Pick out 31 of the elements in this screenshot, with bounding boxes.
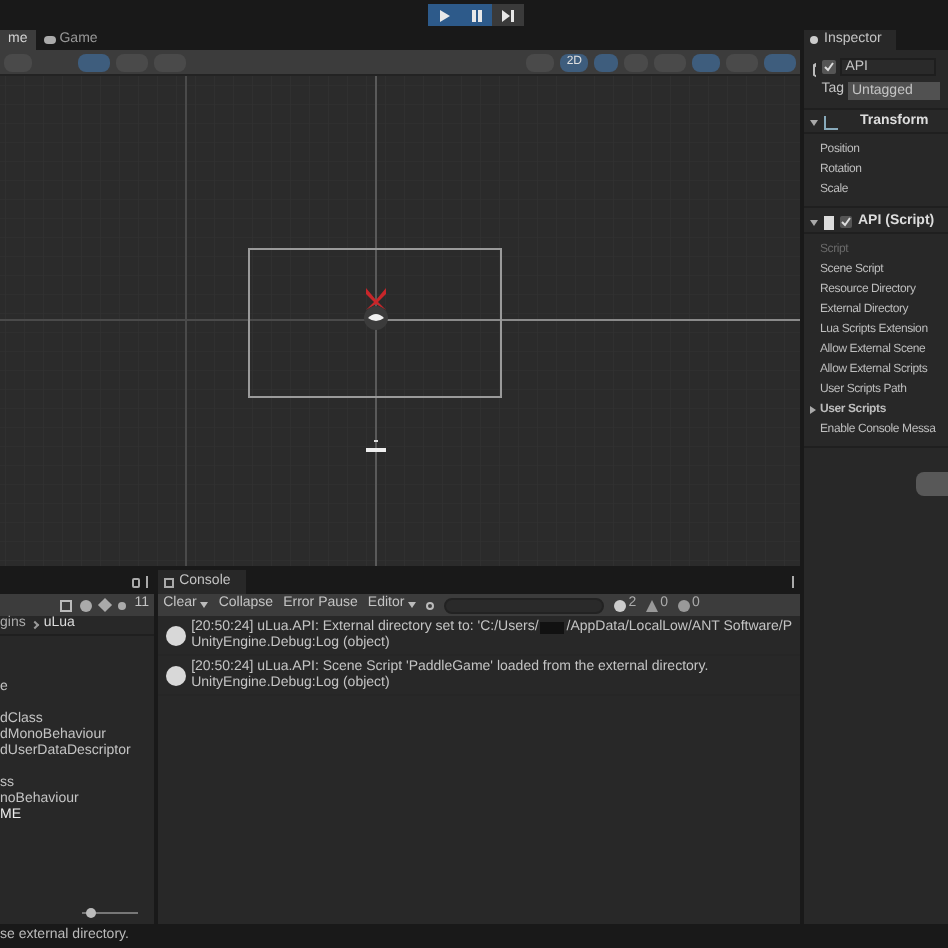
- pause-icon: [471, 9, 481, 21]
- play-icon: [439, 9, 449, 21]
- lock-icon[interactable]: [131, 577, 140, 587]
- expand-arrow-icon[interactable]: [810, 406, 816, 414]
- step-icon: [502, 9, 514, 21]
- active-checkbox[interactable]: [821, 60, 836, 74]
- label-icon[interactable]: [98, 597, 113, 613]
- warning-icon: [646, 599, 659, 611]
- info-icon: [810, 36, 818, 44]
- info-icon: [165, 625, 186, 645]
- console-icon: [163, 577, 174, 587]
- info-icon: [165, 665, 186, 685]
- create-icon[interactable]: [60, 599, 73, 611]
- expand-arrow-icon[interactable]: [810, 219, 818, 225]
- info-icon: [614, 599, 627, 611]
- axes-icon: [824, 115, 838, 129]
- enabled-checkbox[interactable]: [840, 216, 852, 228]
- paddle: [366, 440, 386, 452]
- script-icon: [824, 215, 834, 229]
- search-icon[interactable]: [426, 601, 435, 609]
- filter-icon[interactable]: [80, 599, 93, 611]
- expand-arrow-icon[interactable]: [810, 119, 818, 125]
- favorite-icon[interactable]: [118, 601, 127, 609]
- error-icon: [678, 599, 691, 611]
- play-button[interactable]: [428, 4, 460, 26]
- transform-gizmo[interactable]: [360, 288, 392, 332]
- pause-button[interactable]: [460, 4, 492, 26]
- zoom-slider[interactable]: [81, 906, 138, 918]
- step-button[interactable]: [492, 4, 524, 26]
- search-field[interactable]: [444, 597, 605, 613]
- chevron-icon: [30, 620, 39, 630]
